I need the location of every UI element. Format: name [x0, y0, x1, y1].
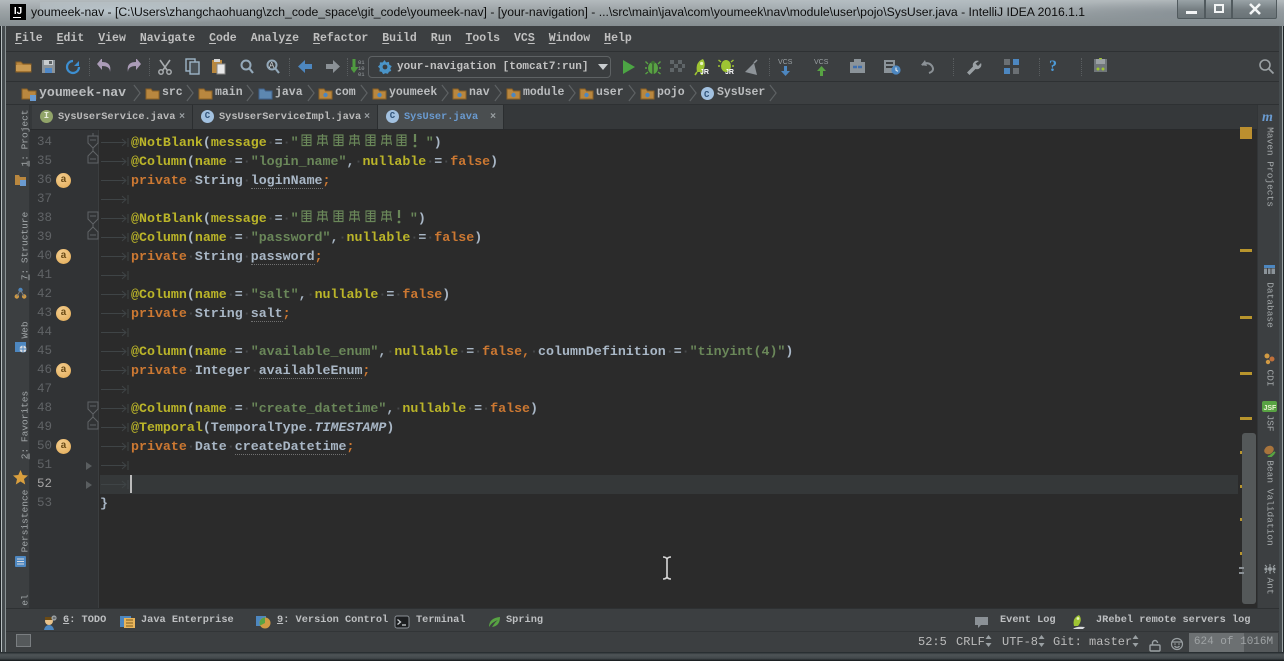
svg-text:A: A	[269, 61, 275, 70]
svg-text:JR: JR	[725, 69, 734, 76]
svg-text:C: C	[704, 90, 710, 100]
svg-text:01: 01	[358, 71, 365, 76]
svg-text:VCS: VCS	[778, 59, 793, 66]
svg-text:JSF: JSF	[1264, 405, 1278, 412]
svg-text:VCS: VCS	[814, 59, 829, 66]
svg-text:JR: JR	[700, 69, 709, 76]
